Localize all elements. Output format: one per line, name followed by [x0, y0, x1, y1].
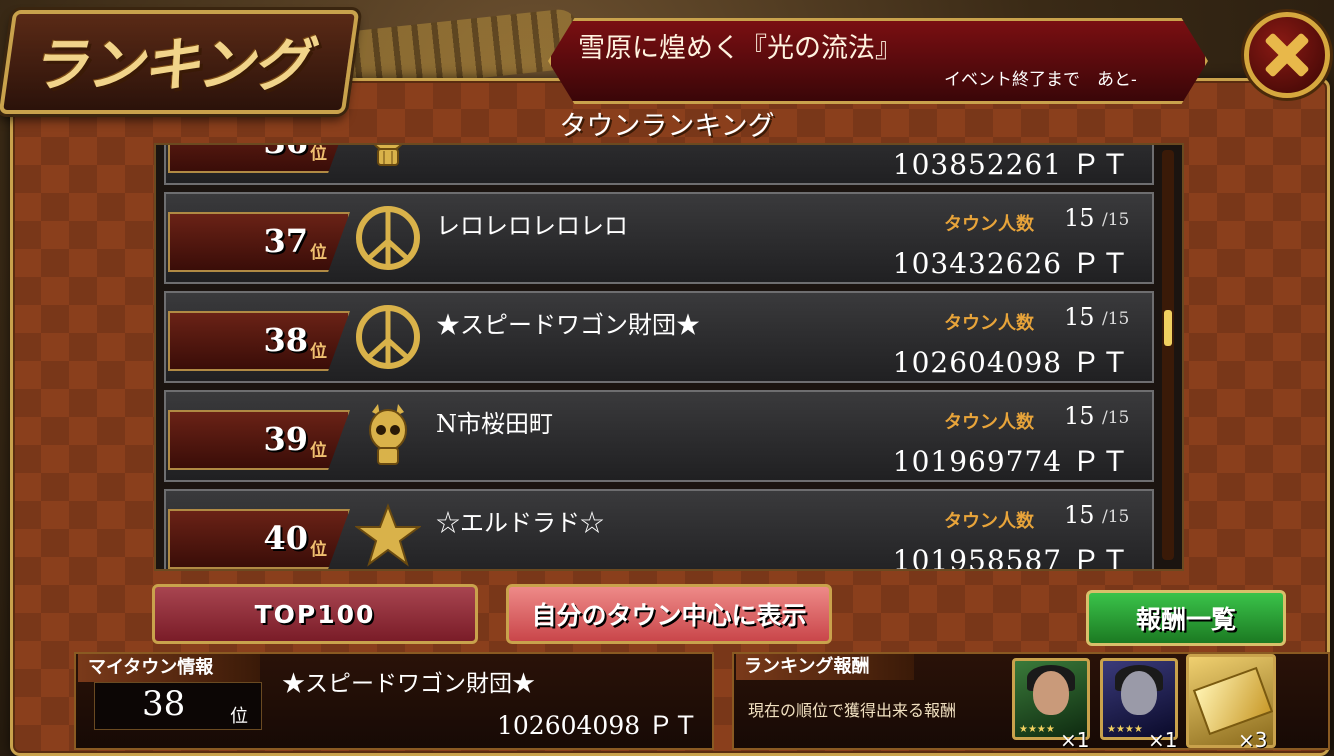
population-value: 15: [1064, 204, 1095, 232]
reward-qty-2: ×1: [1148, 728, 1178, 752]
rank-suffix: 位: [310, 243, 327, 263]
town-points: 103852261 ＰＴ: [892, 148, 1130, 181]
town-name: レロレロレロレロ: [436, 212, 628, 240]
rank-suffix: 位: [310, 540, 327, 560]
top100-button[interactable]: TOP100: [152, 584, 478, 644]
ranking-row[interactable]: 40 位 ☆エルドラド☆ タウン人数 15/15 101958587 ＰＴ: [164, 489, 1154, 571]
horned-skull-icon: [354, 402, 422, 470]
ranking-row[interactable]: 37 位 レロレロレロレロ タウン人数 15/15 103432626 ＰＴ: [164, 192, 1154, 284]
population-label: タウン人数: [944, 412, 1034, 433]
scrollbar-track[interactable]: [1162, 150, 1174, 560]
rank-number: 37: [263, 222, 308, 260]
skull-icon: [354, 145, 422, 173]
my-town-rank-suffix: 位: [230, 706, 248, 727]
population-value: 15: [1064, 303, 1095, 331]
population-value: 15: [1064, 402, 1095, 430]
town-points: 102604098 ＰＴ: [892, 346, 1130, 379]
my-town-points: 102604098 ＰＴ: [497, 711, 699, 740]
section-title: タウンランキング: [559, 111, 775, 142]
my-town-rank: 38: [142, 684, 186, 724]
character-face: [1033, 671, 1069, 715]
my-town-label: マイタウン情報: [78, 654, 260, 682]
town-name: N市桜田町: [436, 410, 553, 438]
rank-number: 40: [263, 519, 308, 557]
ranking-row[interactable]: 36位はぴはぴ部屋タウン人数15/15103852261 ＰＴ: [164, 144, 1154, 185]
population-label: タウン人数: [944, 313, 1034, 334]
reward-qty-1: ×1: [1060, 728, 1090, 752]
rank-suffix: 位: [310, 342, 327, 362]
rank-suffix: 位: [310, 441, 327, 461]
rarity-stars: ★★★★: [1019, 724, 1055, 735]
peace-icon: [354, 204, 422, 272]
population-label: タウン人数: [944, 214, 1034, 235]
gold-ticket-icon: [1192, 666, 1273, 736]
population-max: /15: [1102, 210, 1130, 230]
show-my-town-button[interactable]: 自分のタウン中心に表示: [506, 584, 832, 644]
page-title: ランキング: [30, 31, 310, 99]
town-name: ☆エルドラド☆: [436, 509, 604, 537]
ranking-reward-desc: 現在の順位で獲得出来る報酬: [748, 701, 957, 720]
town-name: ★スピードワゴン財団★: [436, 311, 700, 339]
rarity-stars: ★★★★: [1107, 724, 1143, 735]
population-label: タウン人数: [944, 511, 1034, 532]
close-button[interactable]: [1244, 12, 1330, 98]
event-remaining: イベント終了まで あと-: [944, 70, 1137, 90]
character-face: [1121, 671, 1157, 715]
ranking-reward-label: ランキング報酬: [736, 654, 914, 680]
peace-icon: [354, 303, 422, 371]
town-points: 101969774 ＰＴ: [892, 445, 1130, 478]
ranking-row[interactable]: 38 位 ★スピードワゴン財団★ タウン人数 15/15 102604098 ＰＴ: [164, 291, 1154, 383]
population-max: /15: [1102, 309, 1130, 329]
town-points: 101958587 ＰＴ: [892, 544, 1130, 571]
star-icon: [354, 501, 422, 569]
rank-number: 39: [263, 420, 308, 458]
event-title: 雪原に煌めく『光の流法』: [578, 33, 902, 64]
population-value: 15: [1064, 501, 1095, 529]
population-max: /15: [1102, 507, 1130, 527]
rank-number: 38: [263, 321, 308, 359]
scrollbar-thumb[interactable]: [1164, 310, 1172, 346]
my-town-name: ★スピードワゴン財団★: [282, 671, 535, 697]
ranking-row[interactable]: 39 位 N市桜田町 タウン人数 15/15 101969774 ＰＴ: [164, 390, 1154, 482]
reward-list-button[interactable]: 報酬一覧: [1086, 590, 1286, 646]
population-max: /15: [1102, 408, 1130, 428]
rank-number: 36: [248, 145, 308, 161]
ranking-list[interactable]: 36位はぴはぴ部屋タウン人数15/15103852261 ＰＴ37位レロレロレロ…: [154, 143, 1184, 571]
town-points: 103432626 ＰＴ: [892, 247, 1130, 280]
reward-qty-3: ×3: [1238, 728, 1268, 752]
rank-suffix: 位: [310, 144, 327, 164]
